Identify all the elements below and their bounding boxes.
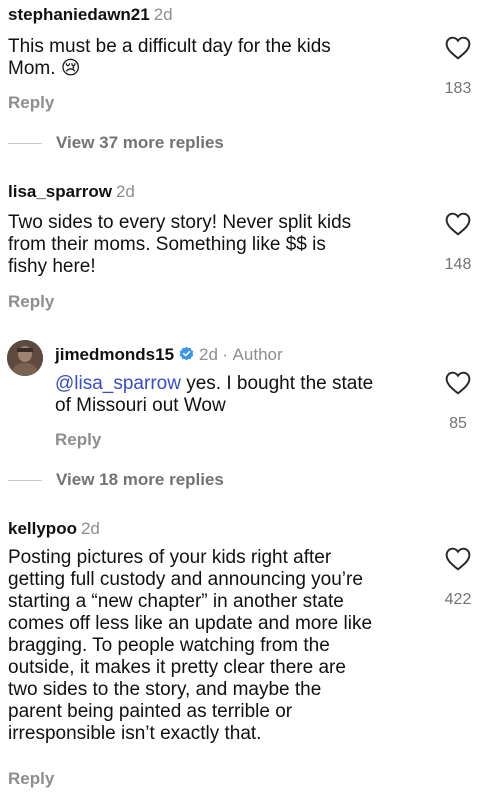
view-more-replies[interactable]: View 37 more replies (8, 133, 224, 153)
avatar-image (7, 340, 43, 376)
view-more-replies[interactable]: View 18 more replies (8, 470, 224, 490)
divider (8, 142, 42, 144)
timestamp: 2d (199, 345, 218, 364)
comment-text: This must be a difficult day for the kid… (8, 36, 428, 80)
heart-icon (445, 212, 471, 236)
like-button[interactable]: 183 (438, 36, 478, 98)
comment-header: jimedmonds15 2d · Author (55, 345, 283, 365)
reply-button[interactable]: Reply (55, 430, 101, 450)
comment-text-line: fishy here! (8, 256, 96, 277)
heart-icon (445, 371, 471, 395)
like-button[interactable]: 422 (438, 547, 478, 609)
like-count: 422 (444, 591, 472, 608)
reply-button[interactable]: Reply (8, 769, 54, 789)
mention-link[interactable]: @lisa_sparrow (55, 373, 181, 394)
comment-header: lisa_sparrow 2d (8, 182, 135, 202)
like-count: 183 (444, 80, 472, 97)
username[interactable]: lisa_sparrow (8, 182, 112, 201)
comment-text-line: of Missouri out Wow (55, 395, 226, 416)
comment-text-line: bragging. To people watching from the (8, 635, 330, 656)
comment-text-line: Two sides to every story! Never split ki… (8, 212, 352, 233)
reply-button[interactable]: Reply (8, 292, 54, 312)
comment-text-segment: yes. I bought the state (180, 373, 374, 394)
view-more-label: View 37 more replies (56, 133, 224, 152)
comment-text: @lisa_sparrow yes. I bought the state of… (55, 373, 435, 417)
separator-dot: · (222, 345, 229, 364)
comment-header: kellypoo 2d (8, 519, 100, 539)
username[interactable]: jimedmonds15 (55, 345, 174, 364)
heart-icon (445, 36, 471, 60)
verified-badge-icon (179, 346, 194, 361)
comment-text-line: from their moms. Something like $$ is (8, 234, 326, 255)
divider (8, 479, 42, 481)
author-tag: Author (232, 345, 283, 364)
timestamp: 2d (153, 5, 173, 24)
timestamp: 2d (115, 182, 135, 201)
comment-text-line: starting a “new chapter” in another stat… (8, 591, 344, 612)
like-button[interactable]: 148 (438, 212, 478, 274)
comment-text-line: irresponsible isn’t exactly that. (8, 723, 262, 744)
comment-text-line: Mom. 😢 (8, 58, 81, 79)
comment-text-line: two sides to the story, and maybe the (8, 679, 322, 700)
comment-text-line: getting full custody and announcing you’… (8, 569, 363, 590)
comment-text: Posting pictures of your kids right afte… (8, 547, 433, 745)
comment-text-line: Posting pictures of your kids right afte… (8, 547, 332, 568)
comment-text: Two sides to every story! Never split ki… (8, 212, 428, 278)
comment-text-line: This must be a difficult day for the kid… (8, 36, 331, 57)
like-button[interactable]: 85 (438, 371, 478, 433)
view-more-label: View 18 more replies (56, 470, 224, 489)
comment-text-line: outside, it makes it pretty clear there … (8, 657, 346, 678)
comment-text-line: @lisa_sparrow yes. I bought the state (55, 373, 435, 395)
username[interactable]: kellypoo (8, 519, 77, 538)
timestamp: 2d (80, 519, 100, 538)
like-count: 148 (444, 256, 472, 273)
reply-button[interactable]: Reply (8, 93, 54, 113)
avatar[interactable] (7, 340, 43, 376)
comment-text-line: parent being painted as terrible or (8, 701, 293, 722)
comment-header: stephaniedawn21 2d (8, 5, 173, 25)
comment-text-line: comes off less like an update and more l… (8, 613, 373, 634)
heart-icon (445, 547, 471, 571)
like-count: 85 (449, 415, 467, 432)
username[interactable]: stephaniedawn21 (8, 5, 150, 24)
